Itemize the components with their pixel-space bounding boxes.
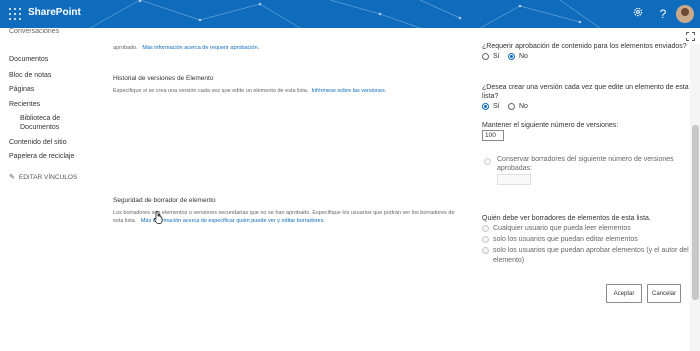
approval-text: aprobado. xyxy=(113,45,138,51)
version-no-option[interactable]: No xyxy=(508,103,528,110)
versions-description: Especifique si se crea una versión cada … xyxy=(113,87,386,95)
avatar[interactable] xyxy=(676,5,694,23)
draft-visibility-question: Quién debe ver borradores de elementos d… xyxy=(482,215,651,222)
draft-info-link[interactable]: Más información acerca de especificar qu… xyxy=(141,218,325,224)
draft-approve-radio[interactable] xyxy=(482,247,489,254)
draft-edit-radio[interactable] xyxy=(482,236,489,243)
approval-no-radio[interactable] xyxy=(508,53,515,60)
nav-item-papelera[interactable]: Papelera de reciclaje xyxy=(9,153,74,160)
draft-option-edit[interactable]: solo los usuarios que puedan editar elem… xyxy=(482,236,638,243)
edit-links-label: EDITAR VÍNCULOS xyxy=(18,174,78,181)
versions-section-title: Historial de versiones de Elemento xyxy=(113,75,214,82)
draft-read-label: Cualquier usuario que pueda leer element… xyxy=(493,225,631,232)
accept-button[interactable]: Aceptar xyxy=(606,284,642,303)
versions-text: Especifique si se crea una versión cada … xyxy=(113,88,309,94)
app-launcher-icon[interactable] xyxy=(9,8,21,20)
approval-no-option[interactable]: No xyxy=(508,53,528,60)
scrollbar-thumb[interactable] xyxy=(692,125,699,300)
version-yes-radio[interactable] xyxy=(482,103,489,110)
approval-description: aprobado. Más información acerca de requ… xyxy=(113,44,259,52)
draft-text-end: lista. xyxy=(124,218,137,224)
help-icon[interactable]: ? xyxy=(655,6,671,22)
keep-drafts-label-line2: aprobadas: xyxy=(497,165,533,172)
pencil-icon: ✎ xyxy=(9,174,15,181)
version-no-radio[interactable] xyxy=(508,103,515,110)
mouse-cursor xyxy=(154,211,163,224)
draft-option-read[interactable]: Cualquier usuario que pueda leer element… xyxy=(482,225,631,232)
focus-mode-icon[interactable] xyxy=(686,32,695,41)
nav-item-paginas[interactable]: Páginas xyxy=(9,86,34,93)
keep-drafts-input[interactable] xyxy=(497,174,531,185)
nav-item-contenido-del-sitio[interactable]: Contenido del sitio xyxy=(9,139,67,146)
keep-versions-label: Mantener el siguiente número de versione… xyxy=(482,122,619,129)
nav-item-bloc-de-notas[interactable]: Bloc de notas xyxy=(9,72,51,79)
version-question-line1: ¿Desea crear una versión cada vez que ed… xyxy=(482,84,689,91)
app-brand[interactable]: SharePoint xyxy=(28,7,81,18)
draft-section-title: Seguridad de borrador de elemento xyxy=(113,197,216,204)
approval-question: ¿Requerir aprobación de contenido para l… xyxy=(482,43,687,50)
keep-drafts-label-line1: Conservar borradores del siguiente númer… xyxy=(497,156,674,163)
draft-edit-label: solo los usuarios que puedan editar elem… xyxy=(493,236,638,243)
nav-subitem-biblioteca-line1[interactable]: Biblioteca de xyxy=(20,115,60,122)
approval-info-link[interactable]: Más información acerca de requerir aprob… xyxy=(142,45,259,51)
version-yes-option[interactable]: Sí xyxy=(482,103,500,110)
cancel-button[interactable]: Cancelar xyxy=(647,284,681,303)
approval-yes-label: Sí xyxy=(493,53,500,60)
edit-links-button[interactable]: ✎ EDITAR VÍNCULOS xyxy=(9,173,77,181)
draft-option-approve[interactable]: solo los usuarios que puedan aprobar ele… xyxy=(482,247,689,254)
versions-info-link[interactable]: Infórmese sobre las versiones. xyxy=(311,88,386,94)
version-yes-label: Sí xyxy=(493,103,500,110)
draft-read-radio[interactable] xyxy=(482,225,489,232)
suite-header: SharePoint ? xyxy=(0,0,700,28)
keep-drafts-checkbox[interactable] xyxy=(484,158,491,165)
draft-approve-label-line2: elemento) xyxy=(493,257,525,264)
version-no-label: No xyxy=(519,103,528,110)
keep-versions-input[interactable]: 100 xyxy=(482,130,504,141)
draft-description: Los borradores son elementos o versiones… xyxy=(113,209,458,225)
approval-no-label: No xyxy=(519,53,528,60)
nav-subitem-biblioteca-line2[interactable]: Documentos xyxy=(20,124,59,131)
gear-icon[interactable] xyxy=(630,6,646,22)
approval-yes-option[interactable]: Sí xyxy=(482,53,500,60)
approval-yes-radio[interactable] xyxy=(482,53,489,60)
nav-item-conversaciones[interactable]: Conversaciones xyxy=(9,28,59,35)
nav-item-recientes[interactable]: Recientes xyxy=(9,101,40,108)
draft-approve-label: solo los usuarios que puedan aprobar ele… xyxy=(493,247,689,254)
version-question-line2: lista? xyxy=(482,93,499,100)
header-decoration xyxy=(89,0,601,28)
nav-item-documentos[interactable]: Documentos xyxy=(9,56,48,63)
